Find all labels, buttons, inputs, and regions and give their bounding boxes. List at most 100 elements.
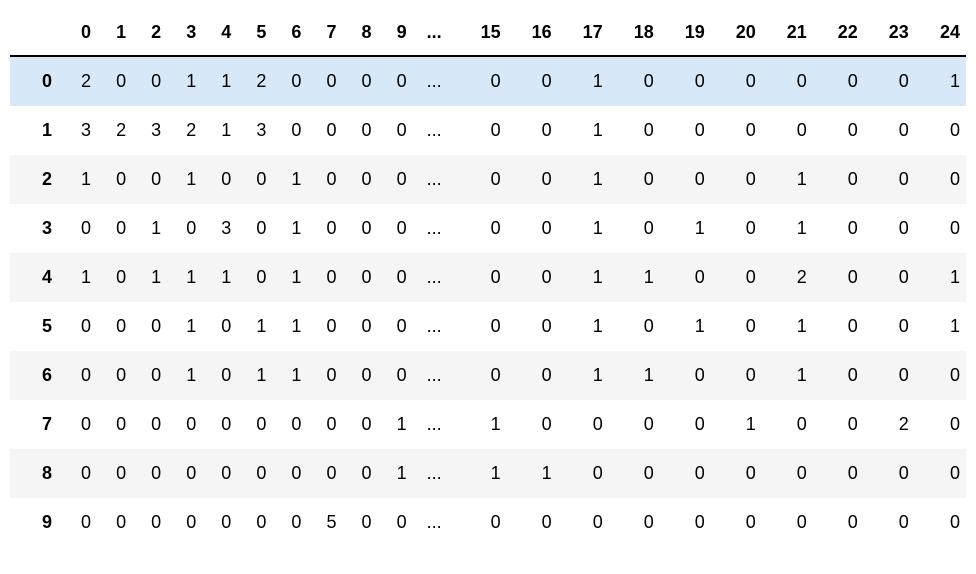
table-cell: 0: [272, 498, 307, 547]
table-cell: 0: [307, 449, 342, 498]
table-row: 80000000001...1100000000: [10, 449, 966, 498]
table-cell: 0: [343, 204, 378, 253]
column-header: 21: [762, 10, 813, 56]
table-cell: ...: [413, 155, 456, 204]
table-cell: 1: [456, 400, 507, 449]
table-cell: ...: [413, 449, 456, 498]
table-cell: 1: [132, 204, 167, 253]
table-cell: 0: [609, 204, 660, 253]
table-cell: ...: [413, 302, 456, 351]
table-cell: 0: [307, 204, 342, 253]
table-cell: 0: [378, 56, 413, 106]
table-cell: 0: [378, 498, 413, 547]
column-header: 3: [167, 10, 202, 56]
table-cell: 0: [915, 351, 966, 400]
table-cell: 1: [202, 56, 237, 106]
table-cell: 0: [813, 106, 864, 155]
table-cell: 0: [507, 204, 558, 253]
row-header: 8: [10, 449, 62, 498]
column-header: 4: [202, 10, 237, 56]
table-cell: 0: [132, 302, 167, 351]
table-cell: 1: [237, 351, 272, 400]
table-cell: 1: [558, 155, 609, 204]
table-cell: 0: [864, 449, 915, 498]
table-cell: 0: [609, 400, 660, 449]
table-cell: 2: [864, 400, 915, 449]
table-cell: 2: [62, 56, 97, 106]
table-cell: 0: [62, 351, 97, 400]
table-cell: 0: [711, 106, 762, 155]
table-cell: 0: [237, 400, 272, 449]
table-cell: 0: [456, 106, 507, 155]
table-header: 0123456789...15161718192021222324: [10, 10, 966, 56]
table-cell: 0: [660, 498, 711, 547]
table-cell: 0: [343, 449, 378, 498]
table-cell: 0: [97, 449, 132, 498]
table-cell: 0: [660, 106, 711, 155]
table-cell: 1: [272, 155, 307, 204]
table-cell: 1: [167, 253, 202, 302]
table-cell: 1: [378, 400, 413, 449]
table-cell: 0: [711, 302, 762, 351]
table-cell: 0: [307, 253, 342, 302]
table-cell: 0: [237, 204, 272, 253]
table-cell: 0: [762, 106, 813, 155]
table-cell: 0: [167, 449, 202, 498]
table-cell: 0: [132, 56, 167, 106]
table-cell: 0: [272, 400, 307, 449]
table-cell: ...: [413, 56, 456, 106]
table-cell: 0: [202, 351, 237, 400]
table-cell: ...: [413, 253, 456, 302]
table-cell: 0: [132, 400, 167, 449]
row-header: 3: [10, 204, 62, 253]
table-cell: 1: [202, 253, 237, 302]
table-cell: 0: [864, 351, 915, 400]
table-cell: 1: [762, 204, 813, 253]
table-cell: 0: [507, 498, 558, 547]
table-cell: ...: [413, 400, 456, 449]
table-cell: 0: [507, 253, 558, 302]
table-cell: ...: [413, 204, 456, 253]
column-header: 7: [307, 10, 342, 56]
table-cell: 5: [307, 498, 342, 547]
table-cell: 1: [609, 351, 660, 400]
table-cell: 3: [62, 106, 97, 155]
table-cell: 0: [762, 400, 813, 449]
table-cell: 0: [609, 449, 660, 498]
table-cell: 0: [132, 449, 167, 498]
table-cell: 0: [762, 498, 813, 547]
table-cell: 0: [813, 204, 864, 253]
table-cell: 0: [915, 400, 966, 449]
table-cell: 3: [132, 106, 167, 155]
table-cell: 1: [558, 302, 609, 351]
row-header: 5: [10, 302, 62, 351]
table-cell: 0: [343, 351, 378, 400]
table-cell: 0: [132, 155, 167, 204]
column-header: 18: [609, 10, 660, 56]
table-cell: 0: [711, 56, 762, 106]
table-cell: 0: [97, 351, 132, 400]
table-cell: 0: [711, 351, 762, 400]
table-cell: 0: [762, 449, 813, 498]
table-cell: 1: [507, 449, 558, 498]
table-cell: 0: [558, 449, 609, 498]
table-cell: 0: [456, 155, 507, 204]
table-cell: 1: [660, 204, 711, 253]
table-cell: ...: [413, 106, 456, 155]
table-cell: 0: [864, 498, 915, 547]
table-cell: 0: [307, 155, 342, 204]
table-cell: 0: [864, 302, 915, 351]
table-cell: 0: [62, 449, 97, 498]
table-cell: 1: [202, 106, 237, 155]
table-cell: 0: [456, 204, 507, 253]
table-cell: 0: [237, 253, 272, 302]
table-cell: 0: [343, 56, 378, 106]
table-cell: 0: [237, 155, 272, 204]
table-cell: 0: [915, 498, 966, 547]
column-header: 19: [660, 10, 711, 56]
row-header: 1: [10, 106, 62, 155]
column-header: 23: [864, 10, 915, 56]
table-row: 02001120000...0010000001: [10, 56, 966, 106]
table-cell: 0: [132, 498, 167, 547]
table-cell: 0: [507, 106, 558, 155]
